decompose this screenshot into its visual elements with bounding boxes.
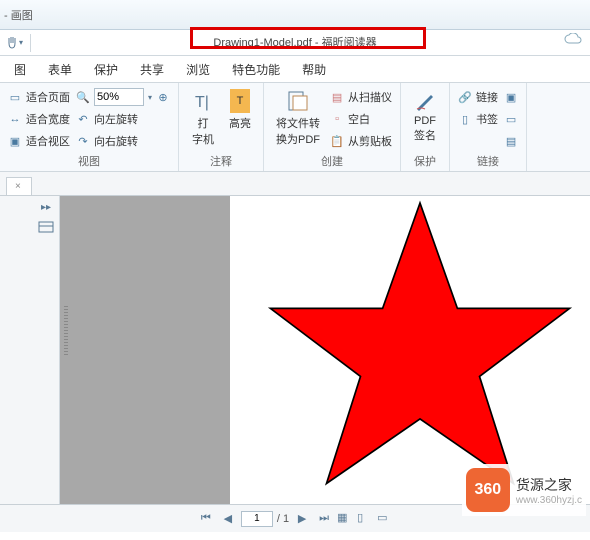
side-panel: ▸▸: [0, 196, 60, 504]
watermark-url: www.360hyzj.c: [516, 495, 582, 506]
extra-icon-3: ▤: [504, 134, 518, 148]
document-tab-strip: ×: [0, 172, 590, 196]
ribbon-group-view: ▭适合页面 ↔适合宽度 ▣适合视区 🔍 ▾ ⊕ ↶向左旋转 ↷向右旋转 视图: [0, 83, 179, 171]
bookmark-icon: ▯: [458, 112, 472, 126]
typewriter-icon: T|: [191, 89, 215, 113]
fit-width-button[interactable]: ↔适合宽度: [8, 109, 70, 129]
extra-icon-2: ▭: [504, 112, 518, 126]
menu-browse[interactable]: 浏览: [176, 58, 220, 81]
highlight-icon: T: [230, 89, 250, 113]
titlebar: - 画图: [0, 0, 590, 30]
extra-button-3[interactable]: ▤: [504, 131, 518, 151]
blank-icon: ▫: [330, 112, 344, 126]
close-tab-icon[interactable]: ×: [15, 181, 21, 192]
page-total-label: / 1: [277, 513, 289, 525]
page-grip[interactable]: [64, 306, 68, 356]
rotate-left-button[interactable]: ↶向左旋转: [76, 109, 170, 129]
pen-icon: [413, 89, 437, 113]
convert-to-pdf-button[interactable]: 将文件转 换为PDF: [272, 87, 324, 151]
fit-page-icon: ▭: [8, 90, 22, 104]
menu-tu[interactable]: 图: [4, 58, 36, 81]
title-partial: - 画图: [0, 7, 33, 23]
ribbon-group-links: 🔗链接 ▯书签 ▣ ▭ ▤ 链接: [450, 83, 527, 171]
ribbon-group-annotate: T| 打 字机 T 高亮 注释: [179, 83, 264, 171]
view-mode-3-icon[interactable]: ▭: [377, 511, 393, 527]
last-page-button[interactable]: ⏭: [315, 510, 333, 528]
title-highlight-box: [190, 27, 426, 49]
fit-view-button[interactable]: ▣适合视区: [8, 131, 70, 151]
watermark-badge: 360: [466, 468, 510, 512]
extra-button-1[interactable]: ▣: [504, 87, 518, 107]
menu-help[interactable]: 帮助: [292, 58, 336, 81]
canvas: [60, 196, 590, 504]
ribbon-links-label: 链接: [458, 153, 518, 169]
extra-icon-1: ▣: [504, 90, 518, 104]
red-star-shape: [250, 196, 590, 504]
page-margin: [60, 196, 230, 504]
zoom-in-icon[interactable]: ⊕: [156, 90, 170, 104]
watermark: 360 货源之家 www.360hyzj.c: [462, 464, 586, 516]
fit-view-icon: ▣: [8, 134, 22, 148]
view-mode-1-icon[interactable]: ▦: [337, 511, 353, 527]
link-button[interactable]: 🔗链接: [458, 87, 498, 107]
rotate-right-icon: ↷: [76, 134, 90, 148]
pdf-page[interactable]: [230, 196, 590, 504]
cloud-icon[interactable]: [564, 32, 582, 44]
rotate-right-button[interactable]: ↷向右旋转: [76, 131, 170, 151]
zoom-select[interactable]: [94, 88, 144, 106]
prev-page-button[interactable]: ◀: [219, 510, 237, 528]
menu-protect[interactable]: 保护: [84, 58, 128, 81]
svg-text:T|: T|: [195, 94, 209, 111]
from-scanner-button[interactable]: ▤从扫描仪: [330, 87, 392, 107]
menu-form[interactable]: 表单: [38, 58, 82, 81]
ribbon: ▭适合页面 ↔适合宽度 ▣适合视区 🔍 ▾ ⊕ ↶向左旋转 ↷向右旋转 视图 T…: [0, 82, 590, 172]
ribbon-create-label: 创建: [272, 153, 392, 169]
clipboard-icon: 📋: [330, 134, 344, 148]
menu-features[interactable]: 特色功能: [222, 58, 290, 81]
menubar: 图 表单 保护 共享 浏览 特色功能 帮助: [0, 56, 590, 82]
watermark-title: 货源之家: [516, 475, 582, 495]
pdf-sign-button[interactable]: PDF 签名: [409, 87, 441, 145]
zoom-out-icon[interactable]: 🔍: [76, 90, 90, 104]
content-area: ▸▸: [0, 196, 590, 504]
rotate-left-icon: ↶: [76, 112, 90, 126]
next-page-button[interactable]: ▶: [293, 510, 311, 528]
menu-share[interactable]: 共享: [130, 58, 174, 81]
scanner-icon: ▤: [330, 90, 344, 104]
first-page-button[interactable]: ⏮: [197, 510, 215, 528]
ribbon-group-create: 将文件转 换为PDF ▤从扫描仪 ▫空白 📋从剪贴板 创建: [264, 83, 401, 171]
link-icon: 🔗: [458, 90, 472, 104]
ribbon-view-label: 视图: [8, 153, 170, 169]
extra-button-2[interactable]: ▭: [504, 109, 518, 129]
page-number-input[interactable]: [241, 511, 273, 527]
view-mode-2-icon[interactable]: ▯: [357, 511, 373, 527]
panel-collapse-button[interactable]: ▸▸: [37, 200, 55, 214]
ribbon-annotate-label: 注释: [187, 153, 255, 169]
convert-icon: [286, 89, 310, 113]
highlight-button[interactable]: T 高亮: [225, 87, 255, 149]
document-tab[interactable]: ×: [6, 177, 32, 195]
typewriter-button[interactable]: T| 打 字机: [187, 87, 219, 149]
zoom-dropdown-icon[interactable]: ▾: [148, 93, 152, 102]
zoom-controls: 🔍 ▾ ⊕: [76, 87, 170, 107]
ribbon-protect-label: 保护: [409, 153, 441, 169]
fit-width-icon: ↔: [8, 112, 22, 126]
from-clipboard-button[interactable]: 📋从剪贴板: [330, 131, 392, 151]
bookmark-button[interactable]: ▯书签: [458, 109, 498, 129]
ribbon-group-protect: PDF 签名 保护: [401, 83, 450, 171]
fit-page-button[interactable]: ▭适合页面: [8, 87, 70, 107]
panel-layers-button[interactable]: [37, 220, 55, 234]
blank-page-button[interactable]: ▫空白: [330, 109, 392, 129]
